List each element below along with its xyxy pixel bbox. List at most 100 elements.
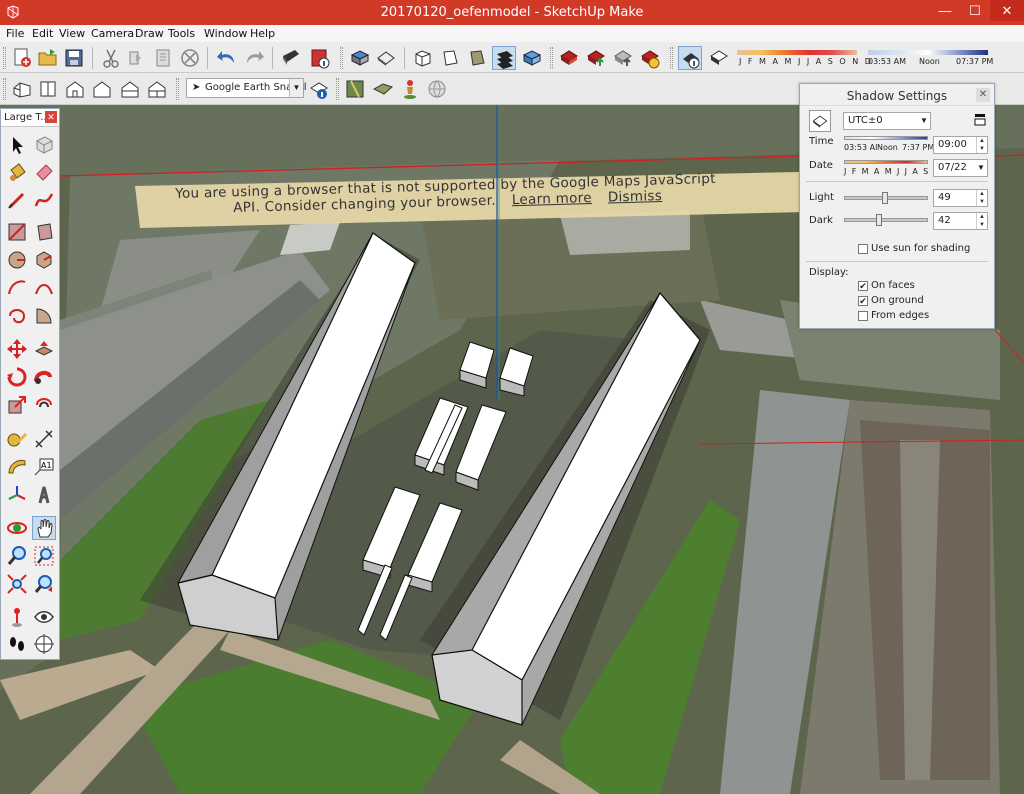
toolbar-grip[interactable] bbox=[3, 78, 6, 100]
chevron-down-icon[interactable]: ▼ bbox=[289, 79, 303, 97]
copy-icon[interactable] bbox=[125, 46, 149, 70]
menu-camera[interactable]: Camera bbox=[91, 27, 134, 40]
new-icon[interactable] bbox=[10, 46, 34, 70]
month-slider[interactable]: J F M A M J J A S O N D bbox=[737, 48, 871, 70]
right-house-icon[interactable] bbox=[90, 77, 114, 101]
use-sun-checkbox[interactable] bbox=[858, 244, 868, 254]
top-house-icon[interactable] bbox=[36, 77, 60, 101]
toggle-terrain-icon[interactable] bbox=[371, 77, 395, 101]
warehouse-share-icon[interactable] bbox=[584, 46, 608, 70]
dark-slider-track[interactable] bbox=[844, 214, 928, 226]
rotated-rectangle-icon[interactable] bbox=[32, 220, 56, 244]
shadow-settings-header[interactable]: Shadow Settings ✕ bbox=[800, 84, 994, 106]
component-icon[interactable] bbox=[32, 133, 56, 157]
street-view-icon[interactable] bbox=[398, 77, 422, 101]
spinner-icon[interactable]: ▲ ▼ bbox=[976, 190, 987, 206]
time-field[interactable]: 09:00 ▲ ▼ bbox=[933, 136, 988, 154]
cut-icon[interactable] bbox=[99, 46, 123, 70]
open-icon[interactable] bbox=[36, 46, 60, 70]
text-icon[interactable]: A1 bbox=[32, 455, 56, 479]
eraser-icon[interactable] bbox=[32, 160, 56, 184]
offset-icon[interactable] bbox=[32, 393, 56, 417]
zoom-icon[interactable] bbox=[5, 544, 29, 568]
rectangle-icon[interactable] bbox=[5, 220, 29, 244]
menu-help[interactable]: Help bbox=[250, 27, 275, 40]
earth-icon[interactable] bbox=[425, 77, 449, 101]
front-icon[interactable] bbox=[411, 46, 435, 70]
maximize-button[interactable]: ☐ bbox=[960, 0, 990, 21]
light-field[interactable]: 49 ▲ ▼ bbox=[933, 189, 988, 207]
front-house-icon[interactable] bbox=[63, 77, 87, 101]
position-camera-icon[interactable] bbox=[5, 605, 29, 629]
dark-field[interactable]: 42 ▲ ▼ bbox=[933, 212, 988, 230]
fog-icon[interactable] bbox=[707, 46, 731, 70]
save-icon[interactable] bbox=[62, 46, 86, 70]
circle-icon[interactable] bbox=[5, 248, 29, 272]
dismiss-link[interactable]: Dismiss bbox=[608, 188, 663, 206]
dark-slider-thumb[interactable] bbox=[876, 214, 882, 226]
section-plane-icon[interactable] bbox=[32, 632, 56, 656]
line-icon[interactable] bbox=[5, 188, 29, 212]
time-slider[interactable]: 03:53 AM Noon 07:37 PM bbox=[868, 48, 993, 70]
display-shadows-toggle-icon[interactable] bbox=[809, 110, 831, 132]
arc-icon[interactable] bbox=[5, 276, 29, 300]
menu-draw[interactable]: Draw bbox=[135, 27, 164, 40]
menu-window[interactable]: Window bbox=[204, 27, 247, 40]
spinner-icon[interactable]: ▲ ▼ bbox=[976, 137, 987, 153]
model-info-icon[interactable] bbox=[308, 46, 332, 70]
light-slider-track[interactable] bbox=[844, 192, 928, 204]
toolbar-grip[interactable] bbox=[3, 47, 6, 69]
scale-icon[interactable] bbox=[5, 393, 29, 417]
menu-view[interactable]: View bbox=[59, 27, 85, 40]
erase-icon[interactable] bbox=[178, 46, 202, 70]
3d-text-icon[interactable] bbox=[32, 483, 56, 507]
left-house-icon[interactable] bbox=[145, 77, 169, 101]
zoom-extents-icon[interactable] bbox=[5, 572, 29, 596]
right-icon[interactable] bbox=[438, 46, 462, 70]
scene-select[interactable]: ➤ Google Earth Snapsl ▼ bbox=[186, 78, 307, 98]
timezone-select[interactable]: UTC±0 ▼ bbox=[843, 112, 931, 130]
undo-icon[interactable] bbox=[215, 46, 239, 70]
left-icon[interactable] bbox=[492, 46, 516, 70]
date-slider-track[interactable] bbox=[844, 160, 928, 164]
polygon-icon[interactable] bbox=[32, 248, 56, 272]
follow-me-icon[interactable] bbox=[32, 365, 56, 389]
light-slider-thumb[interactable] bbox=[882, 192, 888, 204]
toolbar-grip[interactable] bbox=[670, 47, 673, 69]
scene-info-icon[interactable] bbox=[307, 77, 331, 101]
time-slider-track[interactable] bbox=[844, 136, 928, 140]
learn-more-link[interactable]: Learn more bbox=[512, 190, 592, 208]
add-location-icon[interactable] bbox=[343, 77, 367, 101]
top-icon[interactable] bbox=[374, 46, 398, 70]
shadow-settings-close-button[interactable]: ✕ bbox=[976, 88, 990, 102]
spinner-icon[interactable]: ▲ ▼ bbox=[976, 213, 987, 229]
look-around-icon[interactable] bbox=[32, 605, 56, 629]
from-edges-checkbox[interactable] bbox=[858, 311, 868, 321]
previous-view-icon[interactable] bbox=[32, 572, 56, 596]
section-display-icon[interactable] bbox=[520, 46, 544, 70]
extension-icon[interactable] bbox=[638, 46, 662, 70]
protractor-icon[interactable] bbox=[5, 455, 29, 479]
toolbar-grip[interactable] bbox=[340, 47, 343, 69]
warehouse-get-icon[interactable] bbox=[557, 46, 581, 70]
iso-icon[interactable] bbox=[348, 46, 372, 70]
rotate-icon[interactable] bbox=[5, 365, 29, 389]
pie-icon[interactable] bbox=[32, 304, 56, 328]
menu-edit[interactable]: Edit bbox=[32, 27, 53, 40]
three-point-arc-icon[interactable] bbox=[5, 304, 29, 328]
print-icon[interactable] bbox=[279, 46, 303, 70]
move-icon[interactable] bbox=[5, 337, 29, 361]
share-component-icon[interactable] bbox=[611, 46, 635, 70]
toolbar-grip[interactable] bbox=[550, 47, 553, 69]
iso-house-icon[interactable] bbox=[10, 77, 34, 101]
back-house-icon[interactable] bbox=[118, 77, 142, 101]
on-faces-checkbox[interactable]: ✔ bbox=[858, 281, 868, 291]
shadows-icon[interactable] bbox=[678, 46, 702, 70]
toolbar-grip[interactable] bbox=[176, 78, 179, 100]
close-button[interactable]: ✕ bbox=[990, 0, 1024, 21]
tape-measure-icon[interactable] bbox=[5, 427, 29, 451]
freehand-icon[interactable] bbox=[32, 188, 56, 212]
two-point-arc-icon[interactable] bbox=[32, 276, 56, 300]
axes-icon[interactable] bbox=[5, 483, 29, 507]
walk-icon[interactable] bbox=[5, 632, 29, 656]
